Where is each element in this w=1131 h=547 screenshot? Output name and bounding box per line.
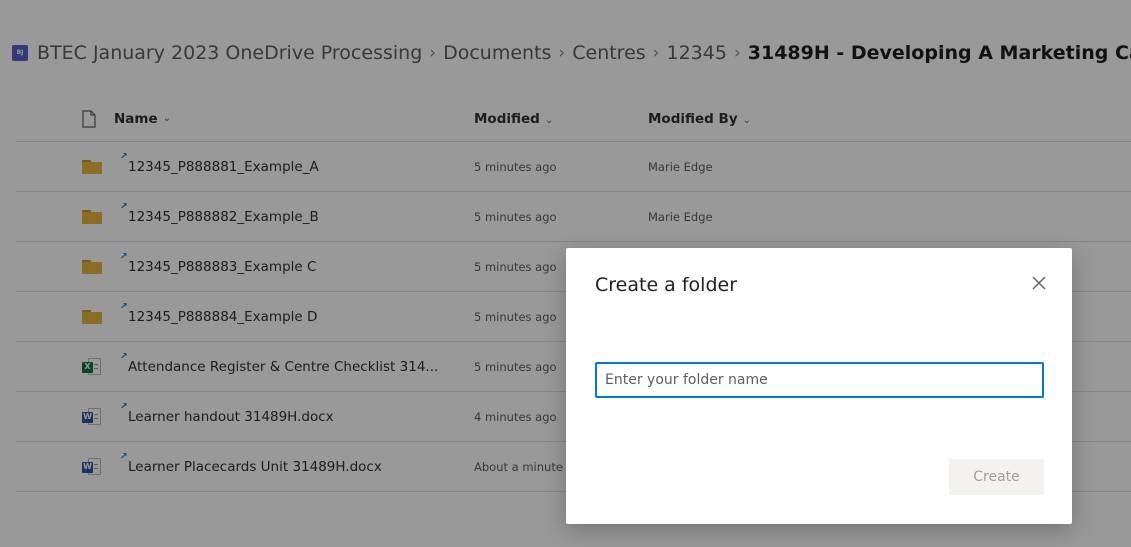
- close-button[interactable]: [1030, 274, 1048, 292]
- create-folder-dialog: Create a folder Create: [566, 248, 1072, 524]
- create-button[interactable]: Create: [949, 459, 1044, 495]
- folder-name-input[interactable]: [595, 362, 1044, 398]
- dialog-title: Create a folder: [595, 274, 738, 296]
- close-icon: [1032, 276, 1046, 290]
